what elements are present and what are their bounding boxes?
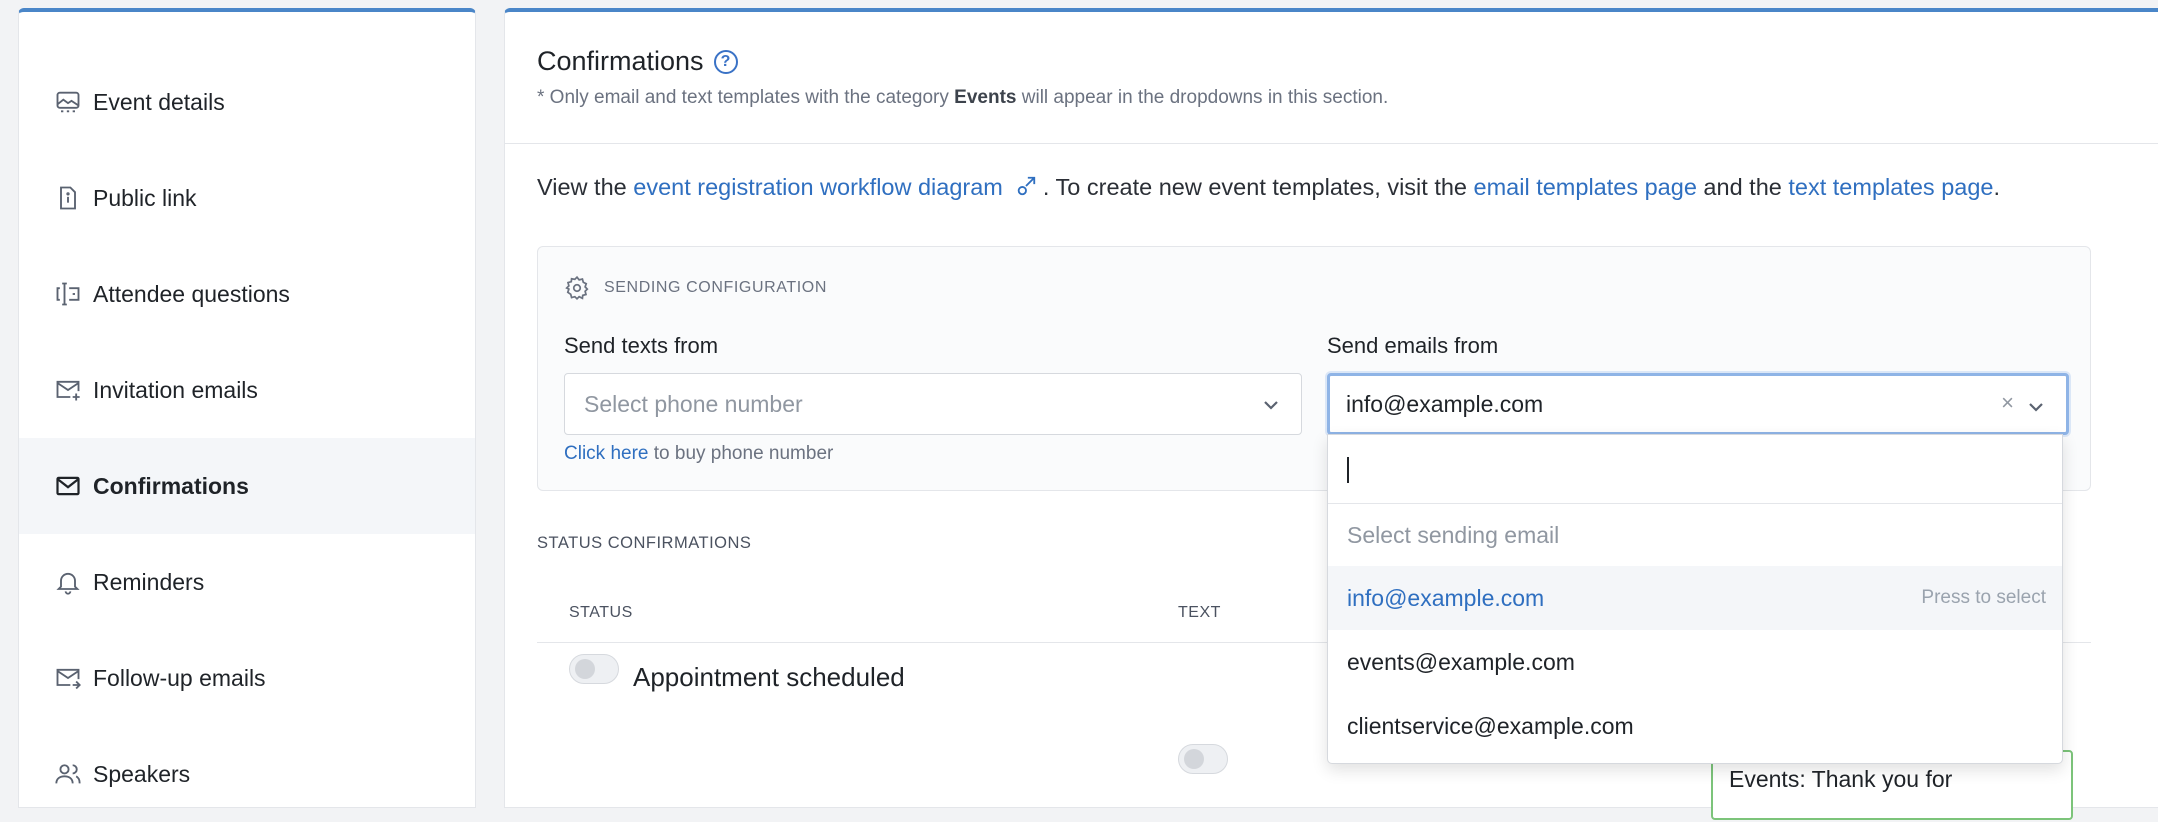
sidebar-item-confirmations[interactable]: Confirmations	[19, 438, 475, 534]
text-cursor	[1347, 457, 1349, 483]
section-subtitle: * Only email and text templates with the…	[537, 87, 1389, 108]
text-toggle[interactable]	[1178, 744, 1228, 774]
column-header-text: TEXT	[1178, 604, 1221, 621]
intro-text: View the event registration workflow dia…	[537, 174, 2000, 203]
mail-forward-icon	[53, 663, 83, 693]
text-input-icon	[53, 279, 83, 309]
dropdown-placeholder: Select sending email	[1347, 521, 1560, 548]
file-info-icon	[53, 183, 83, 213]
gear-icon	[565, 275, 589, 301]
sidebar-item-label: Confirmations	[93, 472, 249, 499]
email-option[interactable]: events@example.com	[1328, 630, 2062, 694]
sidebar-item-label: Attendee questions	[93, 280, 290, 307]
help-icon[interactable]: ?	[713, 49, 738, 74]
appointment-scheduled-toggle[interactable]	[569, 654, 619, 684]
sidebar: Event details Public link Attendee quest…	[18, 8, 476, 808]
chevron-down-icon	[1261, 394, 1281, 414]
section-header: Confirmations ? * Only email and text te…	[505, 12, 2158, 144]
buy-phone-hint: Click here to buy phone number	[564, 443, 834, 464]
text-templates-link[interactable]: text templates page	[1788, 174, 1993, 200]
email-option[interactable]: clientservice@example.com	[1328, 694, 2062, 758]
sidebar-item-event-details[interactable]: Event details	[19, 54, 475, 150]
status-confirmations-heading: STATUS CONFIRMATIONS	[537, 534, 752, 552]
bell-icon	[53, 567, 83, 597]
mail-icon	[53, 471, 83, 501]
send-texts-label: Send texts from	[564, 333, 719, 358]
sidebar-item-label: Public link	[93, 184, 197, 211]
phone-number-select[interactable]: Select phone number	[564, 373, 1302, 435]
sidebar-item-label: Reminders	[93, 568, 205, 595]
config-heading: SENDING CONFIGURATION	[604, 279, 827, 296]
sidebar-item-label: Invitation emails	[93, 376, 258, 403]
sending-email-select[interactable]: info@example.com ×	[1327, 373, 2069, 435]
buy-phone-link[interactable]: Click here	[564, 443, 648, 464]
sidebar-item-label: Speakers	[93, 760, 191, 787]
external-link-icon[interactable]	[1015, 175, 1037, 203]
workflow-diagram-link[interactable]: event registration workflow diagram	[633, 174, 1003, 200]
sidebar-item-label: Follow-up emails	[93, 664, 266, 691]
clear-icon[interactable]: ×	[2001, 390, 2014, 416]
sending-email-dropdown: Select sending email info@example.com Pr…	[1327, 434, 2063, 764]
users-icon	[53, 759, 83, 789]
sidebar-item-follow-up-emails[interactable]: Follow-up emails	[19, 630, 475, 726]
status-label: Appointment scheduled	[633, 662, 905, 692]
sidebar-item-attendee-questions[interactable]: Attendee questions	[19, 246, 475, 342]
send-emails-label: Send emails from	[1327, 333, 1499, 358]
chevron-down-icon[interactable]	[2026, 396, 2046, 416]
page-title: Confirmations	[537, 46, 704, 76]
column-header-status: STATUS	[569, 604, 633, 621]
sidebar-item-label: Event details	[93, 88, 225, 115]
image-icon	[53, 87, 83, 117]
mail-sparkle-icon	[53, 375, 83, 405]
email-templates-link[interactable]: email templates page	[1474, 174, 1697, 200]
sidebar-item-speakers[interactable]: Speakers	[19, 726, 475, 822]
sidebar-item-reminders[interactable]: Reminders	[19, 534, 475, 630]
press-to-select-hint: Press to select	[1921, 587, 2046, 608]
dropdown-search-input[interactable]	[1328, 435, 2062, 504]
sidebar-item-invitation-emails[interactable]: Invitation emails	[19, 342, 475, 438]
sidebar-item-public-link[interactable]: Public link	[19, 150, 475, 246]
email-option[interactable]: info@example.com Press to select	[1328, 566, 2062, 630]
